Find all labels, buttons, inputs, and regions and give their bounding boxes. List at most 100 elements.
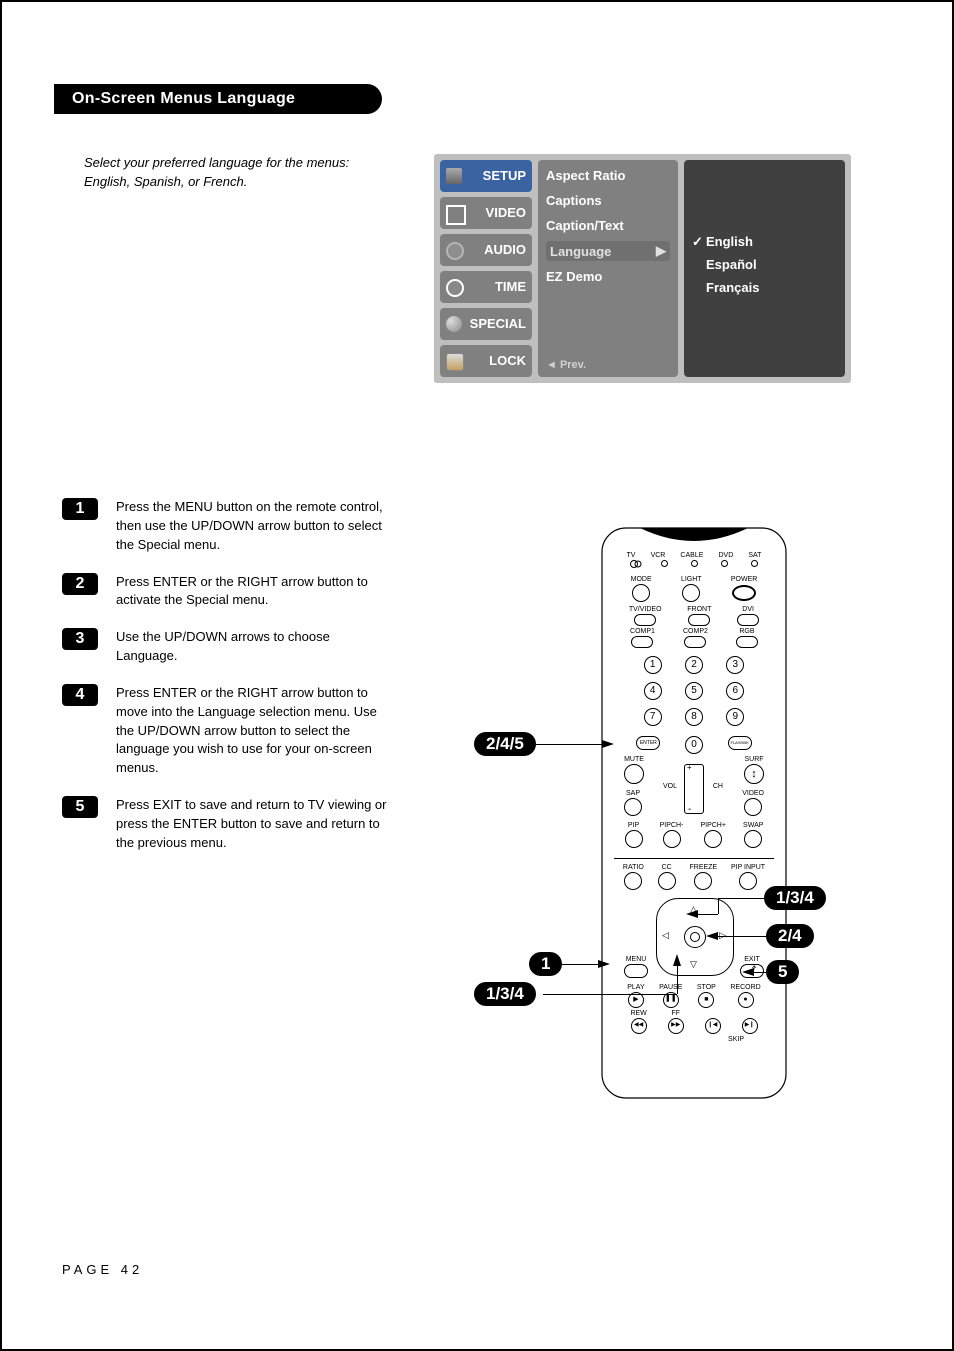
remote-btn-3[interactable]: 3	[715, 656, 756, 674]
osd-item[interactable]: Captions	[546, 191, 670, 210]
osd-item[interactable]: Caption/Text	[546, 216, 670, 235]
osd-item[interactable]: EZ Demo	[546, 267, 670, 286]
led-icon	[661, 560, 668, 567]
step-text: Press the MENU button on the remote cont…	[116, 498, 392, 555]
remote-btn-power[interactable]: POWER	[731, 576, 757, 603]
remote-btn-pip[interactable]: PIP	[625, 822, 643, 849]
remote-btn-sap[interactable]: SAP	[624, 790, 642, 817]
speaker-icon	[446, 242, 464, 260]
clock-icon	[446, 279, 464, 297]
btn-label: PIP	[625, 822, 643, 829]
step-item: 1 Press the MENU button on the remote co…	[62, 498, 392, 555]
remote-btn-9[interactable]: 9	[715, 708, 756, 726]
callout-exit: 5	[766, 960, 799, 984]
remote-btn-swap[interactable]: SWAP	[743, 822, 763, 849]
remote-btn-ok[interactable]	[684, 926, 706, 948]
osd-tab-time[interactable]: TIME	[440, 271, 532, 303]
osd-item[interactable]: Aspect Ratio	[546, 166, 670, 185]
btn-label: RATIO	[623, 864, 644, 871]
btn-label: SAP	[624, 790, 642, 797]
step-item: 5 Press EXIT to save and return to TV vi…	[62, 796, 392, 853]
remote-btn-left[interactable]: ◁	[662, 930, 669, 941]
remote-btn-comp1[interactable]: COMP1	[630, 628, 655, 649]
remote-btn-stop[interactable]: STOP■	[697, 984, 716, 1009]
btn-label: FF	[668, 1010, 684, 1017]
led-icon	[630, 560, 638, 568]
remote-btn-skipfwd[interactable]: ▶❙	[742, 1010, 758, 1035]
osd-tab-special[interactable]: SPECIAL	[440, 308, 532, 340]
remote-btn-comp2[interactable]: COMP2	[683, 628, 708, 649]
osd-tab-label: SETUP	[483, 168, 526, 183]
osd-prev[interactable]: ◄ Prev.	[546, 359, 586, 371]
remote-led-sat: SAT	[748, 552, 761, 559]
remote-btn-ratio[interactable]: RATIO	[623, 864, 644, 891]
remote-btn-front[interactable]: FRONT	[687, 606, 711, 627]
osd-tab-video[interactable]: VIDEO	[440, 197, 532, 229]
remote-btn-8[interactable]: 8	[673, 708, 714, 726]
remote-btn-surf[interactable]: SURF↕	[744, 756, 764, 785]
remote-btn-4[interactable]: 4	[632, 682, 673, 700]
remote-btn-play[interactable]: PLAY▶	[627, 984, 644, 1009]
section-title: On-Screen Menus Language	[54, 84, 382, 114]
btn-label: REW	[630, 1010, 646, 1017]
remote-btn-flashbk[interactable]: FLASHBK	[728, 736, 752, 754]
remote-btn-7[interactable]: 7	[632, 708, 673, 726]
vol-label: VOL	[663, 783, 677, 790]
btn-label: EXIT	[740, 956, 764, 963]
osd-item-selected[interactable]: Language▶	[546, 241, 670, 261]
remote-btn-enter[interactable]: ENTER	[636, 736, 660, 754]
skip-label: SKIP	[728, 1036, 744, 1043]
remote-btn-pipinput[interactable]: PIP INPUT	[731, 864, 765, 891]
square-icon	[446, 205, 466, 225]
remote-btn-light[interactable]: LIGHT	[681, 576, 702, 603]
remote-btn-cc[interactable]: CC	[658, 864, 676, 891]
remote-btn-menu[interactable]: MENU	[624, 956, 648, 979]
osd-option-selected[interactable]: English	[692, 234, 837, 249]
remote-btn-pipchplus[interactable]: PIPCH+	[700, 822, 725, 849]
remote-btn-video[interactable]: VIDEO	[742, 790, 764, 817]
osd-tab-setup[interactable]: SETUP	[440, 160, 532, 192]
remote-btn-record[interactable]: RECORD●	[730, 984, 760, 1009]
remote-btn-0[interactable]: 0	[685, 736, 703, 754]
remote-btn-1[interactable]: 1	[632, 656, 673, 674]
callout-down: 1/3/4	[474, 982, 536, 1006]
step-number: 1	[62, 498, 98, 520]
btn-label: RECORD	[730, 984, 760, 991]
remote-led-cable: CABLE	[680, 552, 703, 559]
osd-tab-lock[interactable]: LOCK	[440, 345, 532, 377]
step-list: 1 Press the MENU button on the remote co…	[62, 498, 392, 871]
remote-btn-rgb[interactable]: RGB	[736, 628, 758, 649]
remote-btn-skipback[interactable]: ❙◀	[705, 1010, 721, 1035]
remote-btn-mode[interactable]: MODE	[631, 576, 652, 603]
osd-tab-audio[interactable]: AUDIO	[440, 234, 532, 266]
remote-btn-6[interactable]: 6	[715, 682, 756, 700]
btn-label: FREEZE	[689, 864, 717, 871]
remote-btn-ff[interactable]: FF▶▶	[668, 1010, 684, 1035]
remote-btn-mute[interactable]: MUTE	[624, 756, 644, 785]
content-area: On-Screen Menus Language Select your pre…	[54, 54, 900, 1297]
osd-tab-label: VIDEO	[486, 205, 526, 220]
step-number: 2	[62, 573, 98, 595]
btn-label: PAUSE	[659, 984, 682, 991]
remote-led-dvd: DVD	[718, 552, 733, 559]
remote-led-tv: TV	[627, 552, 636, 559]
remote-btn-pipchminus[interactable]: PIPCH-	[660, 822, 684, 849]
step-number: 4	[62, 684, 98, 706]
page-footer: PAGE 42	[62, 1262, 143, 1277]
btn-label: COMP2	[683, 628, 708, 635]
btn-label: SURF	[744, 756, 764, 763]
remote-btn-rew[interactable]: REW◀◀	[630, 1010, 646, 1035]
remote-btn-dvi[interactable]: DVI	[737, 606, 759, 627]
step-number: 3	[62, 628, 98, 650]
remote-btn-pause[interactable]: PAUSE❚❚	[659, 984, 682, 1009]
remote-btn-2[interactable]: 2	[673, 656, 714, 674]
remote-btn-tvvideo[interactable]: TV/VIDEO	[629, 606, 662, 627]
remote-btn-freeze[interactable]: FREEZE	[689, 864, 717, 891]
osd-item-list: Aspect Ratio Captions Caption/Text Langu…	[538, 160, 678, 377]
osd-tab-label: AUDIO	[484, 242, 526, 257]
remote-btn-5[interactable]: 5	[673, 682, 714, 700]
osd-option[interactable]: Français	[692, 280, 837, 295]
osd-option[interactable]: Español	[692, 257, 837, 272]
btn-label: POWER	[731, 576, 757, 583]
btn-label: VIDEO	[742, 790, 764, 797]
